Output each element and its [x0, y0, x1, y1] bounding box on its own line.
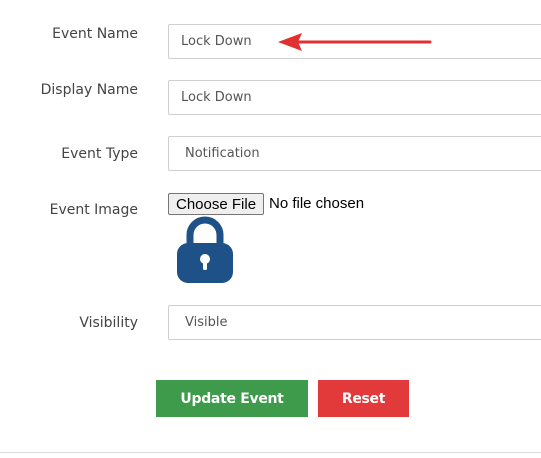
event-type-value: Notification: [185, 146, 260, 161]
update-event-button[interactable]: Update Event: [156, 380, 308, 417]
file-status-text: No file chosen: [269, 195, 365, 212]
event-type-label: Event Type: [61, 146, 138, 162]
reset-button[interactable]: Reset: [318, 380, 409, 417]
event-image-label: Event Image: [49, 202, 138, 218]
visibility-select[interactable]: Visible: [168, 305, 541, 340]
bottom-divider: [0, 452, 541, 453]
padlock-icon: [177, 216, 233, 283]
event-type-select[interactable]: Notification: [168, 136, 541, 171]
choose-file-button[interactable]: Choose File: [168, 193, 265, 215]
event-name-label: Event Name: [52, 26, 138, 42]
visibility-label: Visibility: [79, 315, 138, 331]
display-name-input[interactable]: [168, 80, 541, 115]
display-name-label: Display Name: [40, 82, 138, 98]
visibility-value: Visible: [185, 315, 228, 330]
red-arrow-icon: [278, 33, 432, 51]
